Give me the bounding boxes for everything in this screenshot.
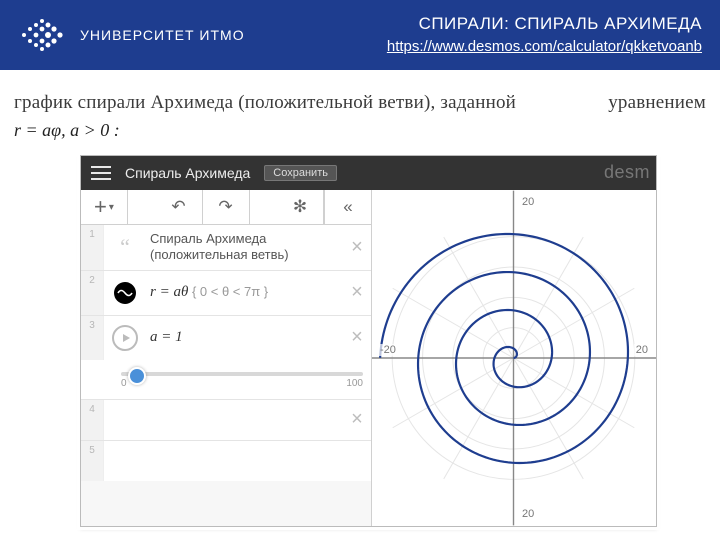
graph-title: Спираль Архимеда: [125, 165, 250, 181]
slider-min: 0: [121, 378, 127, 389]
row-number: 1: [81, 225, 104, 270]
close-icon[interactable]: ×: [343, 281, 371, 304]
expression-domain: { 0 < θ < 7π }: [192, 284, 268, 299]
slide-title-block: СПИРАЛИ: СПИРАЛЬ АРХИМЕДА https://www.de…: [387, 13, 702, 58]
row-number: 5: [81, 441, 104, 481]
expression-row[interactable]: 5: [81, 441, 371, 481]
desmos-brand: desm: [604, 162, 650, 183]
slider-thumb[interactable]: [128, 367, 146, 385]
undo-button[interactable]: ↶: [156, 190, 203, 224]
add-expression-button[interactable]: +▾: [81, 190, 128, 224]
save-button[interactable]: Сохранить: [264, 165, 337, 181]
plot-color-icon[interactable]: [112, 280, 138, 306]
axis-tick: 20: [520, 196, 536, 208]
expression-row[interactable]: 4 ×: [81, 400, 371, 441]
slide-link[interactable]: https://www.desmos.com/calculator/qkketv…: [387, 38, 702, 55]
axis-tick: 20: [634, 344, 650, 356]
play-icon[interactable]: [112, 325, 138, 351]
expression-row[interactable]: 3 a = 1 ×: [81, 316, 371, 360]
note-line1: Спираль Архимеда: [150, 231, 339, 247]
figure-caption: график спирали Архимеда (положительной в…: [0, 70, 720, 114]
settings-button[interactable]: ✻: [277, 190, 324, 224]
slider-max: 100: [346, 378, 363, 389]
redo-button[interactable]: ↷: [203, 190, 250, 224]
axis-tick: 20: [520, 508, 536, 520]
polar-plot: [372, 190, 656, 526]
itmo-logo: УНИВЕРСИТЕТ ИТМО: [18, 15, 245, 55]
axis-tick: -20: [378, 344, 398, 356]
row-number: 4: [81, 400, 104, 440]
slide-title: СПИРАЛИ: СПИРАЛЬ АРХИМЕДА: [387, 13, 702, 36]
close-icon[interactable]: ×: [343, 236, 371, 259]
equation-line: r = aφ, a > 0 :: [0, 114, 720, 155]
caption-trail: уравнением: [608, 92, 706, 114]
close-icon[interactable]: ×: [343, 326, 371, 349]
row-number: 3: [81, 316, 104, 360]
expression-row[interactable]: 2 r = aθ { 0 < θ < 7π } ×: [81, 271, 371, 316]
plot-area[interactable]: 20 20 -20 20: [372, 190, 656, 526]
expression-toolbar: +▾ ↶ ↷ ✻ «: [81, 190, 371, 225]
collapse-panel-button[interactable]: «: [324, 190, 371, 224]
row-number: 2: [81, 271, 104, 315]
itmo-dots-icon: [18, 15, 66, 55]
note-line2: (положительная ветвь): [150, 247, 339, 263]
desmos-screenshot: Спираль Архимеда Сохранить desm +▾ ↶ ↷ ✻…: [80, 155, 657, 527]
caption-lead: график спирали Архимеда (положительной в…: [14, 92, 516, 114]
slide-header: УНИВЕРСИТЕТ ИТМО СПИРАЛИ: СПИРАЛЬ АРХИМЕ…: [0, 0, 720, 70]
hamburger-icon[interactable]: [91, 166, 111, 180]
expression-panel: +▾ ↶ ↷ ✻ « 1 “ Спираль Архимеда (положит…: [81, 190, 372, 526]
slider-var: a = 1: [150, 329, 183, 345]
quote-icon: “: [112, 234, 138, 260]
itmo-logo-text: УНИВЕРСИТЕТ ИТМО: [80, 27, 245, 43]
desmos-topbar: Спираль Архимеда Сохранить desm: [81, 156, 656, 190]
expression-text: r = aθ: [150, 284, 188, 300]
expression-row[interactable]: 1 “ Спираль Архимеда (положительная ветв…: [81, 225, 371, 271]
slider[interactable]: 0 100: [81, 360, 371, 400]
close-icon[interactable]: ×: [343, 408, 371, 431]
